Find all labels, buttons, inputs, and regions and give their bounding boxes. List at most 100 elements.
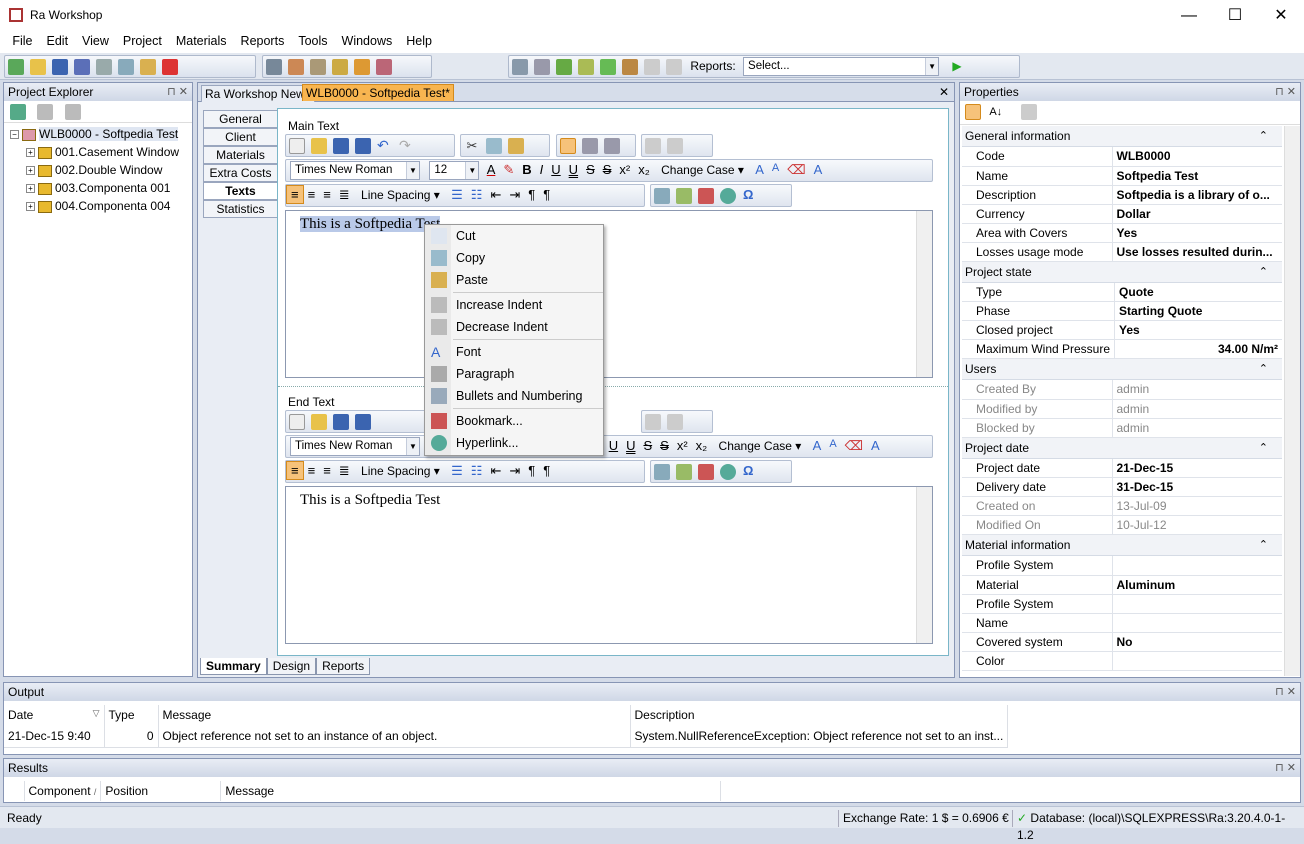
open-icon[interactable] bbox=[30, 59, 46, 75]
ctx-paragraph[interactable]: Paragraph bbox=[425, 363, 603, 385]
menu-edit[interactable]: Edit bbox=[40, 31, 76, 51]
ctx-bookmark[interactable]: Bookmark... bbox=[425, 410, 603, 432]
property-value[interactable]: admin bbox=[1112, 418, 1282, 438]
save-icon[interactable] bbox=[52, 59, 68, 75]
line-spacing-button[interactable]: Line Spacing ▾ bbox=[357, 185, 444, 204]
property-value[interactable]: Yes bbox=[1114, 320, 1282, 340]
tab-materials[interactable]: Materials bbox=[203, 146, 277, 164]
pin-close-icons[interactable]: ⊓ ✕ bbox=[167, 85, 188, 98]
tab-design[interactable]: Design bbox=[266, 658, 317, 675]
tree-item[interactable]: +004.Componenta 004 bbox=[10, 197, 186, 215]
superscript-icon[interactable]: x² bbox=[673, 436, 692, 455]
pin-close-icons[interactable]: ⊓ ✕ bbox=[1275, 685, 1296, 698]
grow-font-icon[interactable]: A bbox=[809, 436, 826, 455]
strikethrough-icon[interactable]: S bbox=[639, 436, 656, 455]
property-value[interactable]: 31-Dec-15 bbox=[1112, 477, 1282, 497]
property-row[interactable]: Closed project Yes bbox=[962, 320, 1282, 340]
property-value[interactable]: 34.00 N/m² bbox=[1114, 339, 1282, 359]
property-row[interactable]: Material Aluminum bbox=[962, 575, 1282, 595]
collapse-icon[interactable]: ⌃ bbox=[1259, 535, 1268, 556]
end-scrollbar[interactable] bbox=[916, 487, 932, 643]
paste-icon[interactable] bbox=[140, 59, 156, 75]
settings-icon[interactable] bbox=[534, 59, 550, 75]
property-row[interactable]: Created By admin bbox=[962, 380, 1282, 400]
cut-doc-icon[interactable]: ✂ bbox=[464, 138, 480, 154]
property-value[interactable]: admin bbox=[1112, 380, 1282, 400]
size-select[interactable]: 12 ▼ bbox=[429, 161, 480, 180]
tree-item[interactable]: +003.Componenta 001 bbox=[10, 179, 186, 197]
symbol-icon[interactable]: Ω bbox=[739, 461, 757, 480]
property-value[interactable]: 21-Dec-15 bbox=[1112, 458, 1282, 478]
property-category[interactable]: Project state ⌃ bbox=[962, 261, 1282, 283]
font-color-icon[interactable]: A bbox=[483, 160, 500, 179]
font-select[interactable]: Times New Roman ▼ bbox=[290, 161, 420, 180]
align-right-icon[interactable]: ≡ bbox=[319, 185, 335, 204]
col-message[interactable]: Message bbox=[158, 705, 631, 725]
sort-alpha-icon[interactable]: A↓ bbox=[989, 104, 1005, 120]
tab-ra-workshop-news[interactable]: Ra Workshop News bbox=[201, 85, 315, 102]
ctx-decrease-indent[interactable]: Decrease Indent bbox=[425, 316, 603, 338]
tab-extra-costs[interactable]: Extra Costs bbox=[203, 164, 277, 182]
tab-statistics[interactable]: Statistics bbox=[203, 200, 277, 218]
tree-view-icon[interactable] bbox=[64, 104, 81, 120]
property-value[interactable]: 10-Jul-12 bbox=[1112, 515, 1282, 535]
undo-icon[interactable]: ↶ bbox=[377, 138, 393, 154]
pilcrow-icon[interactable]: ¶ bbox=[524, 185, 539, 204]
property-value[interactable] bbox=[1112, 651, 1282, 671]
underline-icon[interactable]: U bbox=[547, 160, 564, 179]
cut-icon[interactable] bbox=[96, 59, 112, 75]
ctx-cut[interactable]: Cut bbox=[425, 225, 603, 247]
numbering-icon[interactable]: ☷ bbox=[467, 185, 487, 205]
increase-indent-tb-icon[interactable]: ⇥ bbox=[505, 461, 524, 481]
bold-icon[interactable]: B bbox=[518, 160, 535, 179]
collapse-icon[interactable]: ⌃ bbox=[1259, 126, 1268, 147]
property-category[interactable]: General information ⌃ bbox=[962, 126, 1282, 147]
superscript-icon[interactable]: x² bbox=[615, 160, 634, 179]
property-row[interactable]: Currency Dollar bbox=[962, 204, 1282, 224]
ctx-bullets[interactable]: Bullets and Numbering bbox=[425, 385, 603, 407]
property-row[interactable]: Maximum Wind Pressure 34.00 N/m² bbox=[962, 339, 1282, 359]
ctx-increase-indent[interactable]: Increase Indent bbox=[425, 294, 603, 316]
menu-file[interactable]: File bbox=[5, 31, 39, 51]
list-view-icon[interactable] bbox=[37, 104, 54, 120]
delete-icon[interactable] bbox=[162, 59, 178, 75]
bullets-icon[interactable]: ☰ bbox=[447, 185, 467, 205]
maximize-button[interactable]: ☐ bbox=[1212, 0, 1258, 31]
end-line-spacing-button[interactable]: Line Spacing ▾ bbox=[357, 461, 444, 480]
col-position[interactable]: Position bbox=[100, 781, 222, 801]
property-row[interactable]: Color bbox=[962, 651, 1282, 671]
preview-icon[interactable] bbox=[582, 138, 598, 154]
underline-icon[interactable]: U bbox=[605, 436, 622, 455]
layout-icon[interactable] bbox=[354, 59, 370, 75]
tab-texts[interactable]: Texts bbox=[203, 182, 277, 200]
numbering-icon[interactable]: ☷ bbox=[467, 461, 487, 481]
table-icon[interactable] bbox=[654, 464, 670, 480]
col-date[interactable]: Date ▽ bbox=[4, 705, 105, 725]
tools-icon[interactable] bbox=[288, 59, 304, 75]
end-text-editor[interactable]: This is a Softpedia Test bbox=[285, 486, 933, 644]
ctx-copy[interactable]: Copy bbox=[425, 247, 603, 269]
main-scrollbar[interactable] bbox=[916, 211, 932, 377]
property-category[interactable]: Project date ⌃ bbox=[962, 437, 1282, 459]
grow-font-icon[interactable]: A bbox=[751, 160, 768, 179]
categorized-icon[interactable] bbox=[965, 104, 981, 120]
close-window-button[interactable]: ✕ bbox=[1258, 0, 1304, 31]
material-icon[interactable] bbox=[578, 59, 594, 75]
property-row[interactable]: Code WLB0000 bbox=[962, 147, 1282, 167]
align-left-icon[interactable]: ≡ bbox=[286, 185, 304, 204]
property-value[interactable]: Softpedia is a library of o... bbox=[1112, 185, 1282, 205]
property-row[interactable]: Name Softpedia Test bbox=[962, 166, 1282, 186]
end-change-case-button[interactable]: Change Case ▾ bbox=[715, 436, 806, 455]
tab-summary[interactable]: Summary bbox=[200, 658, 267, 675]
new-project-icon[interactable] bbox=[8, 59, 24, 75]
align-center-icon[interactable]: ≡ bbox=[304, 185, 320, 204]
subscript-icon[interactable]: x₂ bbox=[692, 436, 712, 455]
menu-project[interactable]: Project bbox=[116, 31, 169, 51]
tree-item[interactable]: +001.Casement Window bbox=[10, 143, 186, 161]
tab-reports[interactable]: Reports bbox=[316, 658, 371, 675]
property-row[interactable]: Blocked by admin bbox=[962, 418, 1282, 438]
col-component[interactable]: Component / bbox=[24, 781, 102, 801]
paste-doc-icon[interactable] bbox=[508, 138, 524, 154]
decrease-indent-tb-icon[interactable]: ⇤ bbox=[486, 461, 505, 481]
align-right-icon[interactable]: ≡ bbox=[319, 461, 335, 480]
